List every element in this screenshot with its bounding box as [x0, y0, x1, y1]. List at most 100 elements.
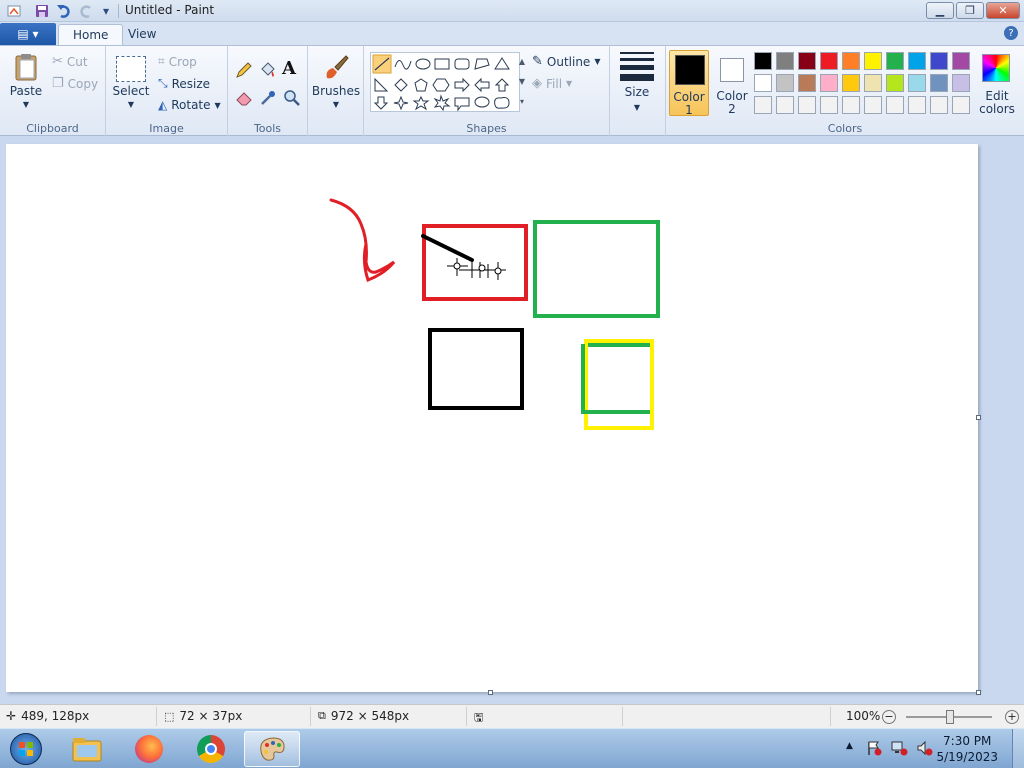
palette-swatch[interactable]: [798, 52, 816, 70]
select-button[interactable]: Select ▼: [112, 56, 150, 109]
start-button[interactable]: [6, 731, 46, 767]
palette-swatch[interactable]: [930, 52, 948, 70]
resize-handle-corner[interactable]: [976, 690, 981, 695]
copy-label: Copy: [67, 76, 99, 91]
brushes-dropdown-icon: ▼: [332, 100, 340, 109]
pencil-icon[interactable]: [234, 60, 254, 80]
taskbar-paint[interactable]: [244, 731, 300, 767]
crop-button[interactable]: ⌗ Crop: [158, 54, 197, 69]
fill-bucket-icon[interactable]: [258, 60, 278, 80]
drawing-surface: [329, 198, 660, 430]
resize-handle-bottom[interactable]: [488, 690, 493, 695]
palette-swatch[interactable]: [820, 96, 838, 114]
resize-button[interactable]: ⤡ Resize: [158, 76, 210, 91]
taskbar: ▲ 7:30 PM 5/19/2023: [0, 728, 1024, 768]
palette-swatch[interactable]: [754, 96, 772, 114]
yellow-rectangle: [584, 339, 654, 430]
clock-date: 5/19/2023: [936, 750, 998, 764]
eraser-icon[interactable]: [234, 88, 254, 108]
palette-swatch[interactable]: [908, 52, 926, 70]
zoom-out-button[interactable]: −: [882, 710, 896, 724]
edit-colors-button[interactable]: Edit colors: [974, 50, 1020, 116]
minimize-button[interactable]: ▁: [926, 2, 954, 19]
redo-icon[interactable]: [78, 3, 94, 19]
paste-button[interactable]: Paste ▼: [8, 52, 44, 109]
brushes-label: Brushes: [311, 84, 361, 98]
palette-swatch[interactable]: [886, 96, 904, 114]
zoom-slider-thumb[interactable]: [946, 710, 954, 724]
disk-icon: 🖫: [474, 711, 484, 724]
palette-swatch[interactable]: [820, 74, 838, 92]
outline-button[interactable]: ✎ Outline ▼: [532, 54, 600, 69]
palette-swatch[interactable]: [798, 74, 816, 92]
resize-handle-right[interactable]: [976, 415, 981, 420]
outline-icon: ✎: [532, 54, 543, 69]
palette-swatch[interactable]: [754, 52, 772, 70]
copy-button[interactable]: ❐ Copy: [52, 76, 98, 91]
cursor-trail-marks: [447, 258, 506, 280]
palette-swatch[interactable]: [864, 96, 882, 114]
app-menu-button[interactable]: ▤ ▾: [0, 23, 56, 45]
palette-swatch[interactable]: [886, 52, 904, 70]
tab-view[interactable]: View: [114, 24, 170, 46]
show-desktop-button[interactable]: [1012, 729, 1024, 768]
palette-swatch[interactable]: [842, 74, 860, 92]
fill-dropdown-icon: ▼: [566, 79, 573, 88]
palette-swatch[interactable]: [886, 74, 904, 92]
taskbar-clock[interactable]: 7:30 PM 5/19/2023: [936, 733, 998, 765]
palette-swatch[interactable]: [864, 74, 882, 92]
close-button[interactable]: ✕: [986, 2, 1020, 19]
brushes-button[interactable]: Brushes ▼: [311, 52, 361, 109]
palette-swatch[interactable]: [820, 52, 838, 70]
size-dropdown-icon: ▼: [633, 103, 641, 112]
cut-button[interactable]: ✂ Cut: [52, 54, 88, 69]
palette-swatch[interactable]: [842, 96, 860, 114]
customize-quick-access-icon[interactable]: ▾: [98, 3, 114, 19]
palette-swatch[interactable]: [842, 52, 860, 70]
palette-swatch[interactable]: [754, 74, 772, 92]
taskbar-explorer[interactable]: [60, 731, 114, 767]
shapes-scroll[interactable]: ▲ ▼ ▾: [516, 52, 528, 112]
palette-swatch[interactable]: [930, 96, 948, 114]
palette-swatch[interactable]: [776, 96, 794, 114]
color1-button[interactable]: Color 1: [669, 50, 709, 117]
palette-swatch[interactable]: [908, 74, 926, 92]
palette-swatch[interactable]: [798, 96, 816, 114]
undo-icon[interactable]: [56, 3, 72, 19]
restore-button[interactable]: ❐: [956, 2, 984, 19]
palette-swatch[interactable]: [952, 74, 970, 92]
image-group: Select ▼ ⌗ Crop ⤡ Resize ◭ Rotate ▼ Imag…: [106, 46, 228, 137]
tools-group-label: Tools: [253, 122, 282, 135]
palette-swatch[interactable]: [776, 74, 794, 92]
zoom-in-button[interactable]: +: [1005, 710, 1019, 724]
tray-expand-icon[interactable]: ▲: [846, 741, 853, 751]
volume-muted-icon[interactable]: [916, 740, 934, 756]
color-picker-icon[interactable]: [258, 88, 278, 108]
size-button[interactable]: Size ▼: [618, 52, 656, 112]
status-separator: [466, 707, 467, 726]
status-bar: ✛ 489, 128px ⬚ 72 × 37px ⧉ 972 × 548px 🖫…: [0, 704, 1024, 728]
save-icon[interactable]: [34, 3, 50, 19]
canvas-size: ⧉ 972 × 548px: [318, 709, 409, 723]
fill-button[interactable]: ◈ Fill ▼: [532, 76, 572, 91]
copy-icon: ❐: [52, 76, 64, 91]
taskbar-chrome[interactable]: [184, 731, 238, 767]
taskbar-firefox[interactable]: [122, 731, 176, 767]
color2-button[interactable]: Color 2: [712, 50, 752, 116]
outline-label: Outline: [546, 54, 591, 69]
cursor-position: ✛ 489, 128px: [6, 709, 89, 723]
action-center-flag-icon[interactable]: [866, 740, 882, 756]
help-icon[interactable]: ?: [1004, 26, 1018, 40]
text-tool-icon[interactable]: A: [282, 58, 296, 79]
palette-swatch[interactable]: [952, 96, 970, 114]
drawing-canvas[interactable]: [6, 144, 978, 692]
palette-swatch[interactable]: [952, 52, 970, 70]
palette-swatch[interactable]: [864, 52, 882, 70]
brushes-group: Brushes ▼: [308, 46, 364, 137]
rotate-button[interactable]: ◭ Rotate ▼: [158, 98, 221, 112]
magnifier-icon[interactable]: [282, 88, 302, 108]
palette-swatch[interactable]: [930, 74, 948, 92]
network-icon[interactable]: [890, 740, 908, 756]
palette-swatch[interactable]: [908, 96, 926, 114]
palette-swatch[interactable]: [776, 52, 794, 70]
